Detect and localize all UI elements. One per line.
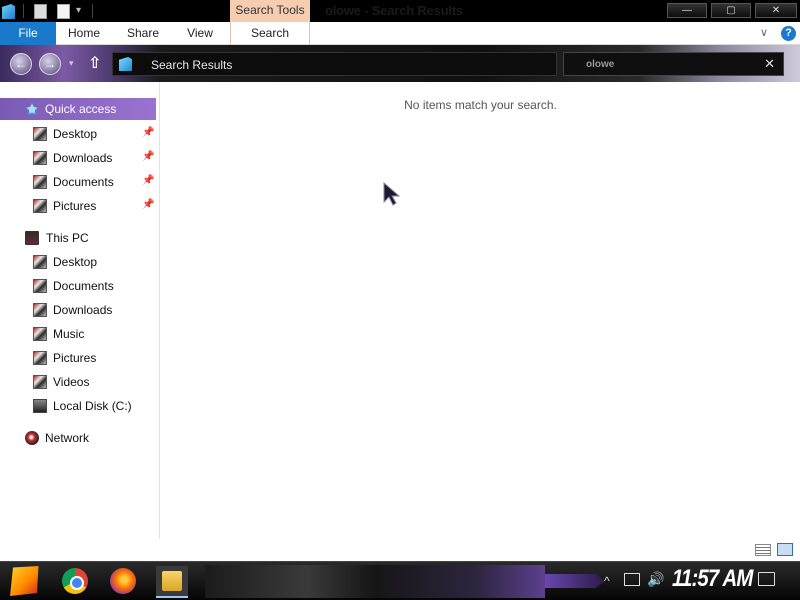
search-query-value: olowe (586, 59, 615, 70)
star-icon (25, 102, 39, 116)
sidebar-item-pc-pictures[interactable]: Pictures (0, 347, 156, 369)
maximize-button[interactable]: ▢ (711, 3, 751, 18)
sidebar-item-label: Documents (53, 175, 114, 189)
tab-search[interactable]: Search (230, 22, 310, 45)
search-results-folder-icon (119, 57, 132, 71)
sidebar-item-pc-documents[interactable]: Documents (0, 275, 156, 297)
sidebar-item-local-disk[interactable]: Local Disk (C:) (0, 395, 156, 417)
clear-search-icon[interactable]: ✕ (764, 56, 775, 72)
sidebar-item-label: Desktop (53, 255, 98, 269)
sidebar-item-label: Desktop (53, 127, 98, 141)
details-view-icon[interactable] (755, 544, 771, 556)
sidebar-item-pc-downloads[interactable]: Downloads (0, 299, 156, 321)
sidebar-item-label: This PC (46, 231, 89, 245)
sidebar-item-pc-music[interactable]: Music (0, 323, 156, 345)
search-tools-context-label: Search Tools (230, 0, 310, 22)
new-folder-icon[interactable] (57, 4, 70, 19)
sidebar-item-network[interactable]: Network (0, 427, 156, 449)
music-folder-icon (33, 327, 47, 341)
navigation-pane: Quick access Desktop 📌 Downloads 📌 Docum… (0, 82, 160, 539)
taskbar-decoration-arrow (545, 574, 605, 588)
firefox-icon[interactable] (110, 568, 136, 594)
taskbar-clock[interactable]: 11:57 AM (672, 565, 753, 593)
drive-icon (33, 399, 47, 413)
navigation-bar: ← → ▾ ⇧ Search Results olowe ✕ (0, 45, 800, 82)
sidebar-item-label: Downloads (53, 303, 113, 317)
address-text: Search Results (151, 58, 233, 72)
start-button[interactable] (10, 566, 39, 596)
qat-separator (23, 4, 24, 18)
pin-icon[interactable]: 📌 (142, 175, 154, 186)
sidebar-item-documents[interactable]: Documents 📌 (0, 171, 156, 193)
show-hidden-icons-chevron-icon[interactable]: ^ (604, 574, 610, 588)
empty-results-message: No items match your search. (404, 98, 557, 112)
large-icons-view-icon[interactable] (777, 543, 793, 556)
network-status-icon[interactable] (624, 573, 640, 586)
back-button[interactable]: ← (10, 53, 32, 75)
sidebar-item-quick-access[interactable]: Quick access (0, 98, 156, 120)
desktop-folder-icon (33, 255, 47, 269)
computer-icon (25, 231, 39, 245)
documents-folder-icon (33, 175, 47, 189)
title-bar: ▾ Search Tools olowe - Search Results — … (0, 0, 800, 22)
sidebar-item-pc-videos[interactable]: Videos (0, 371, 156, 393)
tab-home[interactable]: Home (58, 22, 110, 45)
sidebar-item-label: Downloads (53, 151, 113, 165)
forward-button[interactable]: → (39, 53, 61, 75)
volume-icon[interactable]: 🔊 (647, 571, 664, 588)
network-icon (25, 431, 39, 445)
file-list-pane[interactable]: No items match your search. (161, 82, 800, 539)
properties-icon[interactable] (34, 4, 47, 19)
sidebar-item-pictures[interactable]: Pictures 📌 (0, 195, 156, 217)
desktop-folder-icon (33, 127, 47, 141)
recent-locations-chevron-icon[interactable]: ▾ (69, 58, 74, 69)
taskbar: ^ 🔊 11:57 AM (0, 561, 800, 600)
pictures-folder-icon (33, 351, 47, 365)
documents-folder-icon (33, 279, 47, 293)
sidebar-item-downloads[interactable]: Downloads 📌 (0, 147, 156, 169)
sidebar-item-label: Quick access (45, 102, 117, 116)
pin-icon[interactable]: 📌 (142, 127, 154, 138)
qat-separator (92, 4, 93, 18)
explorer-icon[interactable] (2, 4, 15, 19)
customize-qat-chevron-icon[interactable]: ▾ (76, 5, 81, 16)
pin-icon[interactable]: 📌 (142, 199, 154, 210)
sidebar-item-label: Network (45, 431, 90, 445)
videos-folder-icon (33, 375, 47, 389)
tab-share[interactable]: Share (114, 22, 172, 45)
sidebar-item-label: Pictures (53, 199, 97, 213)
pin-icon[interactable]: 📌 (142, 151, 154, 162)
sidebar-item-label: Local Disk (C:) (53, 399, 132, 413)
chrome-icon[interactable] (62, 568, 88, 594)
search-input[interactable]: olowe ✕ (563, 52, 784, 76)
sidebar-item-pc-desktop[interactable]: Desktop (0, 251, 156, 273)
ribbon-tab-bar: File Home Share View Search ∨ ? (0, 22, 800, 45)
sidebar-item-label: Music (53, 327, 85, 341)
up-button[interactable]: ⇧ (88, 53, 101, 73)
expand-ribbon-chevron-icon[interactable]: ∨ (760, 26, 768, 39)
tab-file[interactable]: File (0, 22, 56, 45)
sidebar-item-label: Pictures (53, 351, 97, 365)
tab-view[interactable]: View (176, 22, 224, 45)
minimize-button[interactable]: — (667, 3, 707, 18)
taskbar-decoration (205, 565, 545, 598)
downloads-folder-icon (33, 303, 47, 317)
status-bar (0, 539, 800, 561)
sidebar-item-this-pc[interactable]: This PC (0, 227, 156, 249)
file-explorer-window: ▾ Search Tools olowe - Search Results — … (0, 0, 800, 600)
sidebar-item-desktop[interactable]: Desktop 📌 (0, 123, 156, 145)
address-bar[interactable]: Search Results (112, 52, 557, 76)
close-button[interactable]: ✕ (755, 3, 797, 18)
pictures-folder-icon (33, 199, 47, 213)
folder-icon (162, 571, 182, 591)
action-center-icon[interactable] (758, 572, 775, 586)
help-icon[interactable]: ? (781, 26, 796, 41)
window-title: olowe - Search Results (325, 3, 463, 18)
sidebar-item-label: Documents (53, 279, 114, 293)
sidebar-item-label: Videos (53, 375, 90, 389)
downloads-folder-icon (33, 151, 47, 165)
